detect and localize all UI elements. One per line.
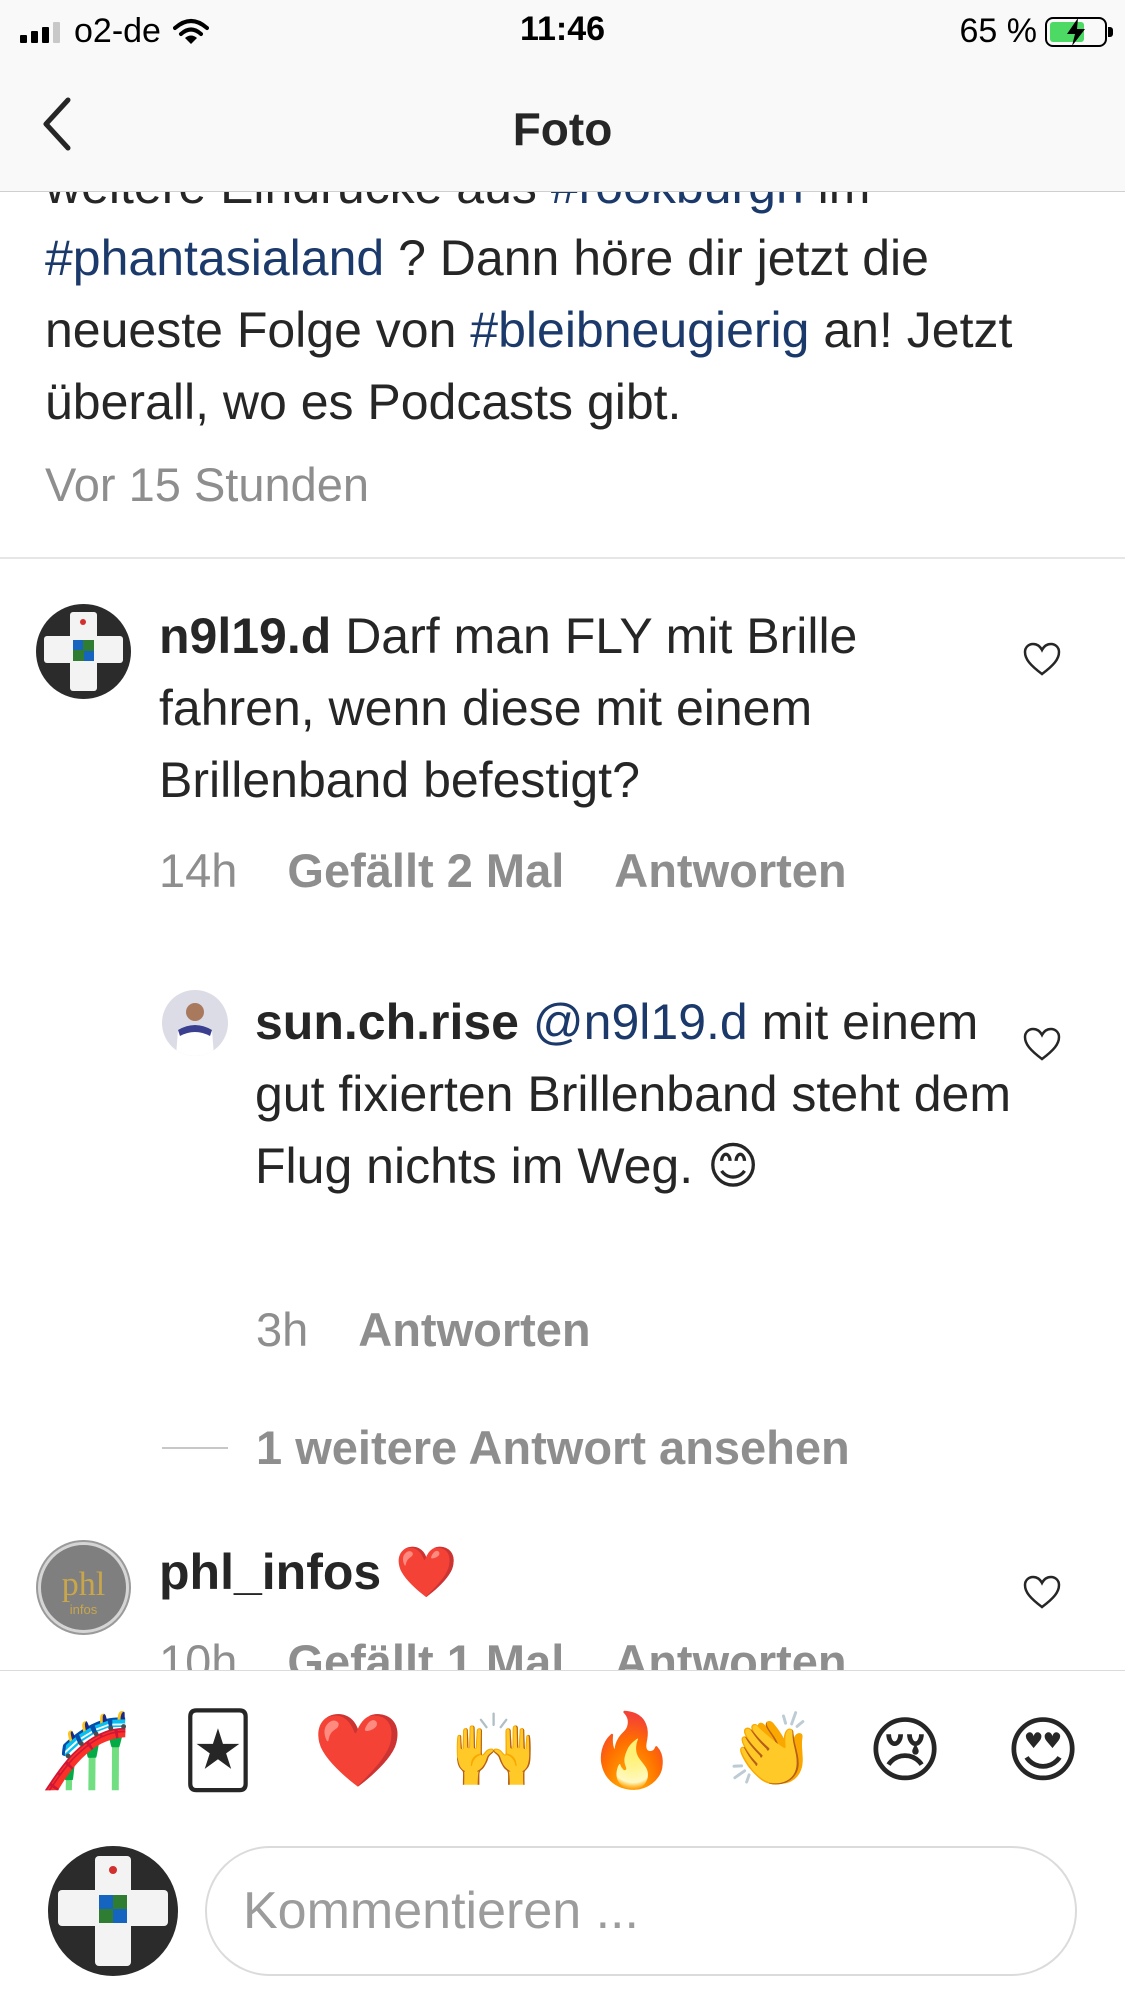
reply-button[interactable]: Antworten <box>358 1302 590 1357</box>
caption-timestamp: Vor 15 Stunden <box>45 458 370 511</box>
avatar[interactable] <box>36 604 131 699</box>
comments-list[interactable]: weitere Eindrücke aus #rookburgh im #phan… <box>0 192 1125 1670</box>
reply-text: sun.ch.rise @n9l19.d mit einem gut fixie… <box>255 986 1015 1202</box>
person-avatar-icon <box>176 1003 214 1056</box>
emoji-quick-bar: 🎢 🃏 ❤️ 🙌 🔥 👏 😢 😍 <box>0 1670 1125 1820</box>
view-more-replies-label: 1 weitere Antwort ansehen <box>256 1421 850 1474</box>
likes-count-button[interactable]: Gefällt 1 Mal <box>287 1634 564 1670</box>
caption-text-part: im <box>804 192 871 214</box>
status-right: 65 % <box>959 12 1113 51</box>
phl-logo-avatar-icon: phl infos <box>38 1542 129 1633</box>
comment-meta: 3h Antworten <box>256 1302 591 1357</box>
emoji-button[interactable]: 🎢 <box>41 1709 131 1793</box>
svg-text:phl: phl <box>62 1566 105 1603</box>
cards-avatar-icon <box>44 612 123 691</box>
divider-line <box>162 1446 228 1449</box>
status-time: 11:46 <box>519 10 606 48</box>
comment-composer <box>0 1820 1125 2001</box>
emoji-button[interactable]: 😢 <box>863 1709 947 1793</box>
comment-timestamp: 10h <box>159 1635 238 1670</box>
photo-comments-screen: o2-de 11:46 65 % Foto weitere Eindrücke <box>0 0 1125 2001</box>
avatar <box>48 1846 178 1976</box>
comment-username[interactable]: n9l19.d <box>159 608 331 664</box>
comment-input[interactable] <box>205 1846 1077 1976</box>
comment-body: ❤️ <box>395 1544 458 1600</box>
navigation-bar: Foto <box>0 62 1125 192</box>
cards-avatar-icon <box>58 1856 168 1966</box>
emoji-button[interactable]: 😍 <box>1001 1709 1085 1793</box>
heart-outline-icon[interactable] <box>1022 641 1062 677</box>
emoji-button[interactable]: 🔥 <box>587 1709 677 1793</box>
reply-button[interactable]: Antworten <box>614 1634 846 1670</box>
hashtag-link[interactable]: #phantasialand <box>45 230 384 286</box>
emoji-button[interactable]: 🙌 <box>449 1709 539 1793</box>
battery-charging-icon <box>1045 16 1113 47</box>
comment-text: phl_infos ❤️ <box>159 1536 1019 1608</box>
avatar[interactable]: phl infos <box>36 1540 131 1635</box>
avatar[interactable] <box>162 990 228 1056</box>
mention-link[interactable]: @n9l19.d <box>533 994 748 1050</box>
post-caption: weitere Eindrücke aus #rookburgh im #phan… <box>45 192 1085 438</box>
battery-percentage: 65 % <box>959 12 1038 50</box>
view-more-replies-button[interactable]: 1 weitere Antwort ansehen <box>162 1420 850 1475</box>
hashtag-link[interactable]: #bleibneugierig <box>470 302 809 358</box>
caption-text-part: weitere Eindrücke aus <box>45 192 551 214</box>
comment-meta: 10h Gefällt 1 Mal Antworten <box>159 1634 847 1670</box>
comment-meta: 14h Gefällt 2 Mal Antworten <box>159 843 847 898</box>
page-title: Foto <box>512 103 613 155</box>
comment-username[interactable]: sun.ch.rise <box>255 994 519 1050</box>
comment-timestamp: 3h <box>256 1303 309 1356</box>
comment-username[interactable]: phl_infos <box>159 1544 381 1600</box>
hashtag-link[interactable]: #rookburgh <box>551 192 804 214</box>
divider <box>0 557 1125 559</box>
reply-button[interactable]: Antworten <box>614 843 846 898</box>
likes-count-button[interactable]: Gefällt 2 Mal <box>287 843 564 898</box>
heart-outline-icon[interactable] <box>1022 1026 1062 1062</box>
emoji-button[interactable]: 👏 <box>726 1709 816 1793</box>
status-bar: o2-de 11:46 65 % <box>0 0 1125 62</box>
emoji-button[interactable]: ❤️ <box>313 1709 403 1793</box>
heart-outline-icon[interactable] <box>1022 1574 1062 1610</box>
svg-text:infos: infos <box>70 1602 98 1617</box>
comment-text: n9l19.d Darf man FLY mit Brille fahren, … <box>159 600 1019 816</box>
comment-timestamp: 14h <box>159 844 238 897</box>
emoji-button[interactable]: 🃏 <box>176 1709 260 1793</box>
